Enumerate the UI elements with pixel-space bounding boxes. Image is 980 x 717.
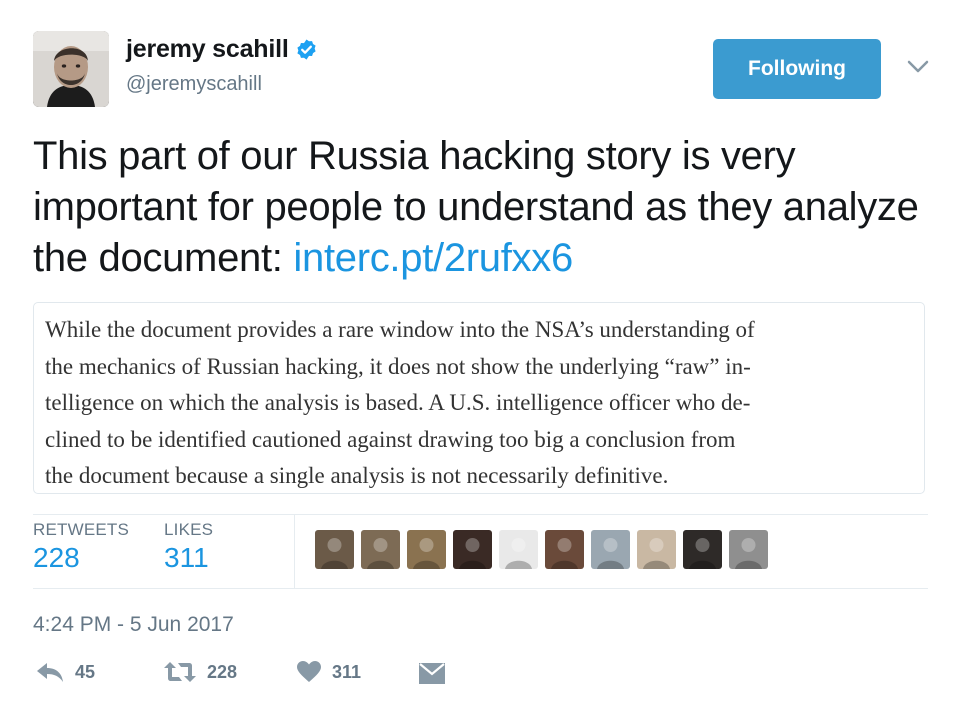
verified-badge-icon: [295, 38, 318, 61]
stats-top-divider: [33, 514, 928, 515]
avatar-3-icon[interactable]: [407, 530, 446, 569]
tweet-text: This part of our Russia hacking story is…: [33, 131, 933, 284]
author-name[interactable]: jeremy scahill: [126, 35, 289, 64]
following-button[interactable]: Following: [713, 39, 881, 99]
author-handle[interactable]: @jeremyscahill: [126, 73, 262, 96]
avatar-6-icon[interactable]: [545, 530, 584, 569]
retweets-value: 228: [33, 542, 80, 573]
like-action[interactable]: 311: [296, 660, 361, 684]
stats-bottom-divider: [33, 588, 928, 589]
liker-avatars: [315, 530, 775, 569]
retweets-label: RETWEETS: [33, 520, 130, 539]
retweet-action[interactable]: 228: [163, 660, 237, 684]
retweet-count: 228: [207, 661, 238, 682]
reply-icon: [35, 660, 65, 684]
likes-label: LIKES: [164, 520, 214, 539]
stats-separator: [294, 515, 295, 588]
heart-icon: [296, 660, 322, 684]
envelope-icon: [418, 660, 446, 686]
reply-count: 45: [75, 661, 96, 682]
likes-value: 311: [164, 542, 209, 573]
retweet-icon: [163, 660, 197, 684]
avatar-1-icon[interactable]: [315, 530, 354, 569]
chevron-down-icon[interactable]: [905, 58, 931, 76]
likes-stat[interactable]: LIKES 311: [164, 520, 213, 574]
tweet-timestamp[interactable]: 4:24 PM - 5 Jun 2017: [33, 613, 234, 637]
avatar-8-icon[interactable]: [637, 530, 676, 569]
retweets-stat[interactable]: RETWEETS 228: [33, 520, 129, 574]
avatar-10-icon[interactable]: [729, 530, 768, 569]
author-name-row[interactable]: jeremy scahill: [126, 35, 318, 64]
author-avatar[interactable]: [33, 31, 109, 107]
direct-message-action[interactable]: [418, 660, 446, 686]
avatar-7-icon[interactable]: [591, 530, 630, 569]
tweet-link[interactable]: interc.pt/2rufxx6: [293, 236, 573, 280]
avatar-5-icon[interactable]: [499, 530, 538, 569]
avatar-9-icon[interactable]: [683, 530, 722, 569]
quote-image-card[interactable]: While the document provides a rare windo…: [33, 302, 925, 494]
quote-text: While the document provides a rare windo…: [45, 317, 755, 488]
reply-action[interactable]: 45: [35, 660, 95, 684]
tweet: jeremy scahill @jeremyscahill Following …: [0, 0, 980, 717]
like-count: 311: [332, 661, 362, 682]
avatar-4-icon[interactable]: [453, 530, 492, 569]
avatar-2-icon[interactable]: [361, 530, 400, 569]
